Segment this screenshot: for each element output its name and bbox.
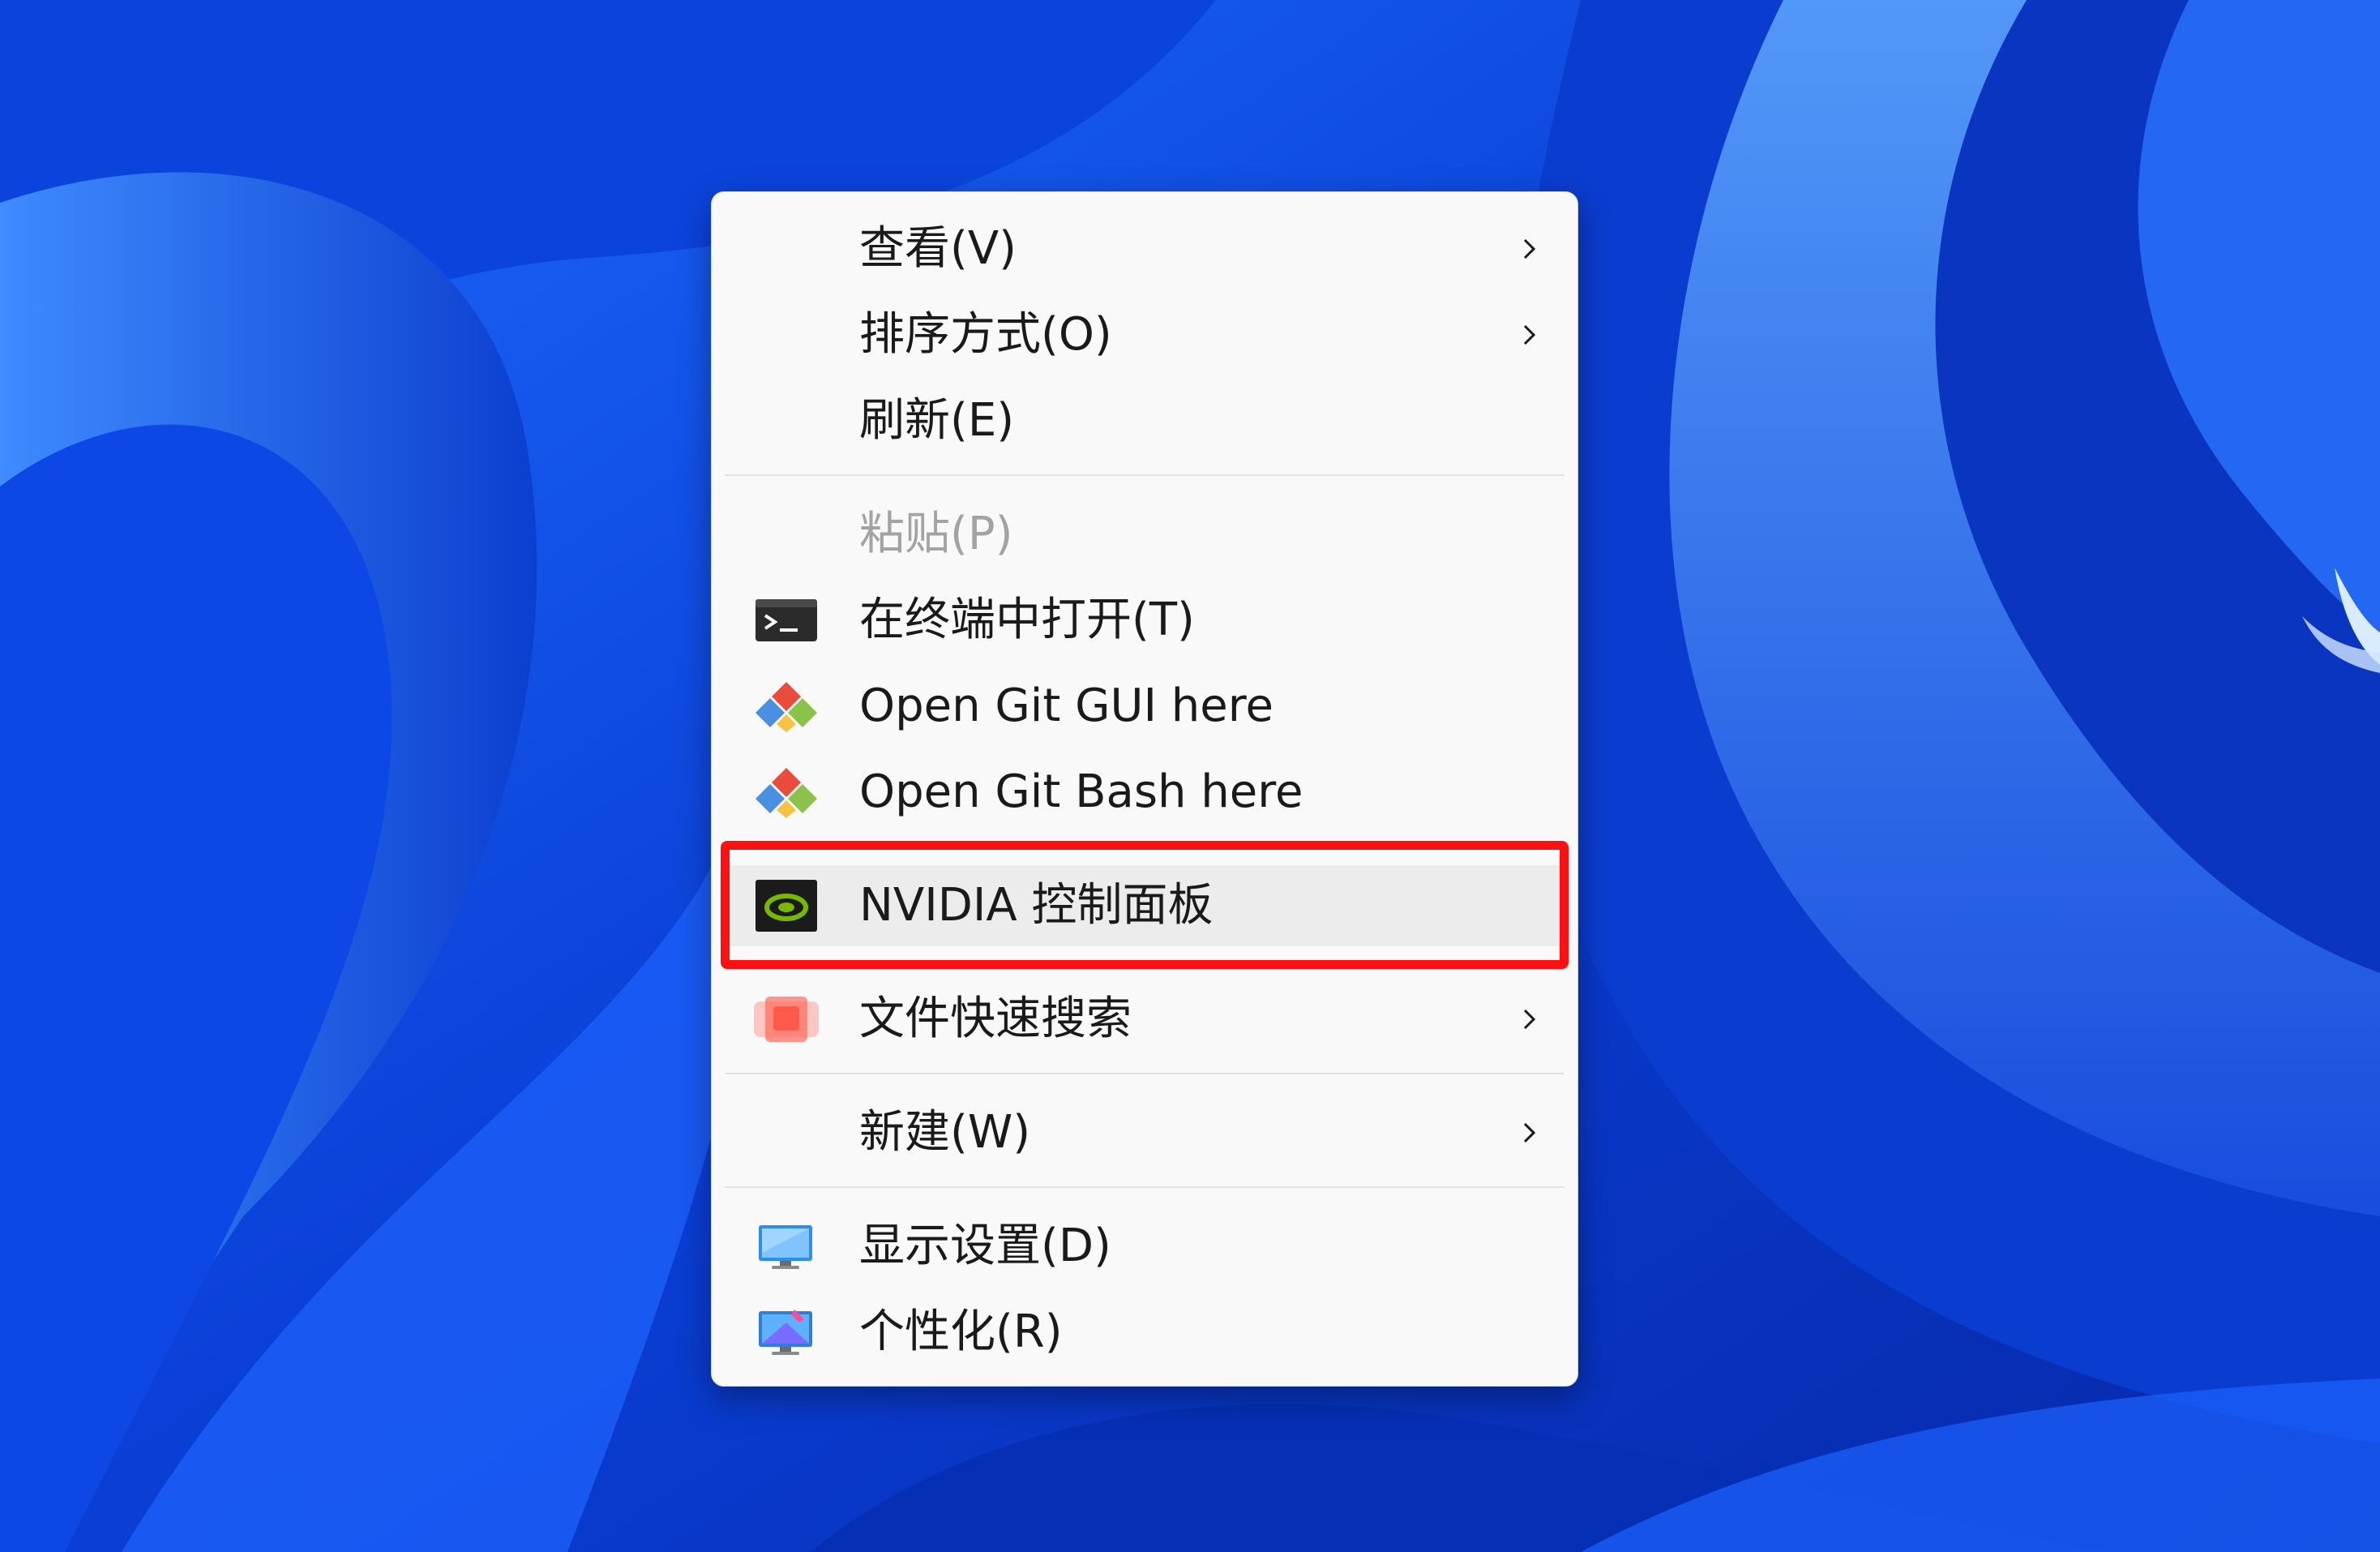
menu-separator	[725, 1073, 1565, 1074]
menu-item-label: Open Git GUI here	[859, 680, 1273, 732]
display-settings-icon	[754, 1220, 819, 1272]
menu-separator	[725, 1186, 1565, 1188]
file-search-app-icon	[754, 993, 819, 1045]
menu-item-label: 在终端中打开(T)	[859, 594, 1195, 646]
annotation-highlight-box	[721, 841, 1569, 969]
menu-item-display-settings[interactable]: 显示设置(D)	[720, 1206, 1569, 1287]
menu-item-label: 新建(W)	[859, 1106, 1031, 1159]
menu-item-new[interactable]: 新建(W)	[720, 1092, 1569, 1173]
personalize-icon	[754, 1306, 819, 1358]
menu-separator	[725, 474, 1565, 476]
menu-item-open-git-gui[interactable]: Open Git GUI here	[720, 666, 1569, 747]
chevron-right-icon	[1522, 1008, 1537, 1031]
chevron-right-icon	[1522, 324, 1537, 346]
git-icon	[754, 680, 819, 732]
menu-item-label: 查看(V)	[859, 222, 1017, 275]
desktop-context-menu: 查看(V) 排序方式(O) 刷新(E) 粘贴(P) 在终端中打开(T) Open…	[711, 191, 1578, 1387]
menu-item-sort-by[interactable]: 排序方式(O)	[720, 294, 1569, 375]
terminal-icon	[754, 594, 819, 646]
git-icon	[754, 766, 819, 818]
menu-item-paste: 粘贴(P)	[720, 494, 1569, 575]
menu-item-label: 显示设置(D)	[859, 1220, 1111, 1272]
menu-item-label: 刷新(E)	[859, 394, 1015, 447]
menu-item-open-git-bash[interactable]: Open Git Bash here	[720, 752, 1569, 833]
menu-item-refresh[interactable]: 刷新(E)	[720, 380, 1569, 461]
menu-item-personalize[interactable]: 个性化(R)	[720, 1292, 1569, 1373]
chevron-right-icon	[1522, 1121, 1537, 1144]
menu-item-label: 文件快速搜索	[859, 993, 1132, 1045]
menu-item-label: Open Git Bash here	[859, 765, 1303, 818]
menu-item-label: 排序方式(O)	[859, 308, 1112, 361]
chevron-right-icon	[1522, 238, 1537, 260]
menu-item-file-quick-search[interactable]: 文件快速搜索	[720, 979, 1569, 1060]
menu-item-open-in-terminal[interactable]: 在终端中打开(T)	[720, 580, 1569, 661]
menu-item-label: 个性化(R)	[859, 1305, 1063, 1358]
menu-item-label: 粘贴(P)	[859, 508, 1013, 560]
menu-item-view[interactable]: 查看(V)	[720, 208, 1569, 289]
